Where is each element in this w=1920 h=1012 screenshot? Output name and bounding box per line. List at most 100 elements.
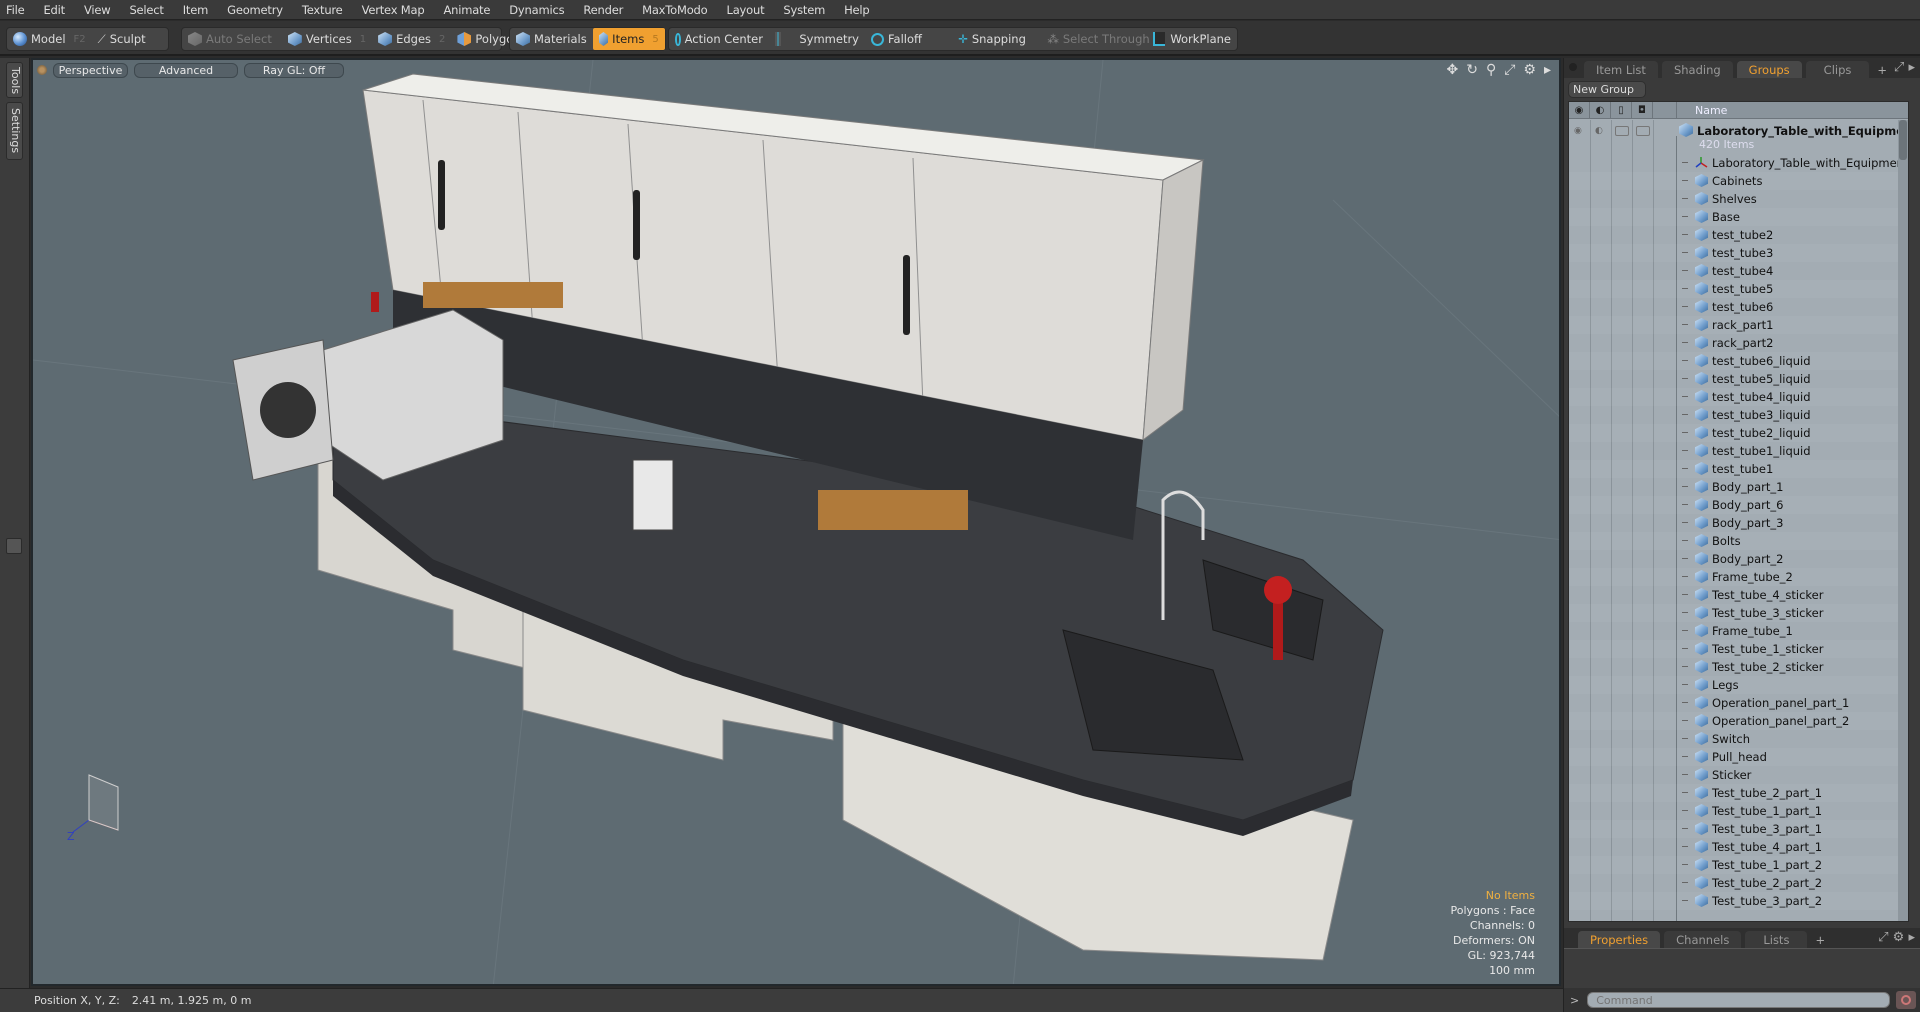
expand-button[interactable] bbox=[6, 538, 22, 554]
render-icon[interactable]: ◐ bbox=[1590, 102, 1611, 119]
group-item-row[interactable]: test_tube2_liquid bbox=[1569, 424, 1898, 442]
scrollbar-thumb[interactable] bbox=[1899, 120, 1907, 160]
gear-icon[interactable]: ⚙ bbox=[1523, 62, 1536, 78]
symmetry-button[interactable]: Symmetry bbox=[769, 28, 865, 50]
view-mode-dropdown[interactable]: Perspective bbox=[53, 62, 128, 78]
raygl-toggle[interactable]: Ray GL: Off bbox=[244, 62, 344, 78]
sculpt-button[interactable]: ⟋ Sculpt bbox=[92, 28, 152, 50]
group-item-row[interactable]: test_tube2 bbox=[1569, 226, 1898, 244]
auto-select-button[interactable]: Auto Select bbox=[182, 28, 278, 50]
group-item-row[interactable]: test_tube3_liquid bbox=[1569, 406, 1898, 424]
tools-tab[interactable]: Tools bbox=[6, 62, 23, 98]
arrow-right-icon[interactable]: ▸ bbox=[1544, 62, 1551, 78]
group-item-row[interactable]: Test_tube_1_part_1 bbox=[1569, 802, 1898, 820]
group-item-row[interactable]: test_tube5 bbox=[1569, 280, 1898, 298]
group-item-row[interactable]: Body_part_2 bbox=[1569, 550, 1898, 568]
group-item-row[interactable]: Base bbox=[1569, 208, 1898, 226]
eye-icon[interactable]: ◉ bbox=[1569, 102, 1590, 119]
menu-item[interactable]: Item bbox=[183, 3, 209, 17]
group-item-row[interactable]: Frame_tube_2 bbox=[1569, 568, 1898, 586]
menu-texture[interactable]: Texture bbox=[302, 3, 343, 17]
tab-item-list[interactable]: Item List bbox=[1584, 61, 1658, 78]
group-item-row[interactable]: Test_tube_1_sticker bbox=[1569, 640, 1898, 658]
model-button[interactable]: Model F2 bbox=[7, 28, 92, 50]
zoom-icon[interactable]: ⚲ bbox=[1486, 62, 1496, 78]
tree-scrollbar[interactable] bbox=[1898, 120, 1908, 921]
menu-system[interactable]: System bbox=[783, 3, 825, 17]
menu-edit[interactable]: Edit bbox=[43, 3, 65, 17]
move-icon[interactable]: ✥ bbox=[1446, 62, 1458, 78]
gear-icon[interactable]: ⚙ bbox=[1893, 930, 1905, 945]
rotate-icon[interactable]: ↻ bbox=[1466, 62, 1478, 78]
group-item-row[interactable]: Body_part_1 bbox=[1569, 478, 1898, 496]
group-item-row[interactable]: Sticker bbox=[1569, 766, 1898, 784]
group-item-row[interactable]: Test_tube_2_part_1 bbox=[1569, 784, 1898, 802]
tab-lists[interactable]: Lists bbox=[1745, 931, 1808, 948]
group-item-row[interactable]: Test_tube_2_part_2 bbox=[1569, 874, 1898, 892]
menu-help[interactable]: Help bbox=[844, 3, 870, 17]
group-item-row[interactable]: rack_part1 bbox=[1569, 316, 1898, 334]
group-item-row[interactable]: Test_tube_3_sticker bbox=[1569, 604, 1898, 622]
select-toggle[interactable] bbox=[1636, 126, 1650, 136]
group-item-row[interactable]: test_tube1 bbox=[1569, 460, 1898, 478]
menu-dynamics[interactable]: Dynamics bbox=[509, 3, 564, 17]
group-item-row[interactable]: Body_part_3 bbox=[1569, 514, 1898, 532]
lock-toggle[interactable] bbox=[1615, 126, 1629, 136]
render-toggle-icon[interactable]: ◐ bbox=[1595, 126, 1609, 136]
falloff-button[interactable]: Falloff bbox=[865, 28, 952, 50]
name-column-header[interactable]: Name bbox=[1677, 104, 1727, 117]
group-item-row[interactable]: Cabinets bbox=[1569, 172, 1898, 190]
menu-file[interactable]: File bbox=[6, 3, 25, 17]
lock-icon[interactable]: ▯ bbox=[1611, 102, 1632, 119]
add-tab-button[interactable]: + bbox=[1873, 61, 1891, 78]
action-center-button[interactable]: Action Center bbox=[669, 28, 769, 50]
tab-shading[interactable]: Shading bbox=[1661, 61, 1733, 78]
tab-properties[interactable]: Properties bbox=[1578, 931, 1661, 948]
group-item-row[interactable]: Switch bbox=[1569, 730, 1898, 748]
group-item-row[interactable]: Test_tube_2_sticker bbox=[1569, 658, 1898, 676]
menu-render[interactable]: Render bbox=[583, 3, 623, 17]
items-button[interactable]: Items 5 bbox=[592, 28, 665, 50]
tab-groups[interactable]: Groups bbox=[1736, 61, 1802, 78]
group-item-row[interactable]: Shelves bbox=[1569, 190, 1898, 208]
menu-vertex-map[interactable]: Vertex Map bbox=[362, 3, 425, 17]
group-item-row[interactable]: Test_tube_4_sticker bbox=[1569, 586, 1898, 604]
menu-geometry[interactable]: Geometry bbox=[227, 3, 283, 17]
menu-animate[interactable]: Animate bbox=[443, 3, 490, 17]
group-item-row[interactable]: rack_part2 bbox=[1569, 334, 1898, 352]
group-item-row[interactable]: test_tube6 bbox=[1569, 298, 1898, 316]
group-item-row[interactable]: test_tube5_liquid bbox=[1569, 370, 1898, 388]
group-item-row[interactable]: Laboratory_Table_with_Equipment bbox=[1569, 154, 1908, 172]
group-item-row[interactable]: Test_tube_3_part_2 bbox=[1569, 892, 1898, 910]
group-item-row[interactable]: Operation_panel_part_1 bbox=[1569, 694, 1898, 712]
vertices-button[interactable]: Vertices 1 bbox=[282, 28, 372, 50]
menu-select[interactable]: Select bbox=[129, 3, 163, 17]
maximize-icon[interactable]: ⤢ bbox=[1504, 62, 1515, 78]
visibility-eye-icon[interactable]: ◉ bbox=[1574, 126, 1588, 136]
group-item-row[interactable]: Frame_tube_1 bbox=[1569, 622, 1898, 640]
group-item-row[interactable]: Bolts bbox=[1569, 532, 1898, 550]
group-item-row[interactable]: Test_tube_3_part_1 bbox=[1569, 820, 1898, 838]
menu-layout[interactable]: Layout bbox=[727, 3, 765, 17]
add-tab-button[interactable]: + bbox=[1811, 931, 1829, 948]
arrow-right-icon[interactable]: ▸ bbox=[1908, 930, 1915, 945]
arrow-right-icon[interactable]: ▸ bbox=[1908, 60, 1915, 75]
group-root-row[interactable]: ◉ ◐ Laboratory_Table_with_Equipmen... 42… bbox=[1569, 120, 1908, 154]
workplane-button[interactable]: WorkPlane bbox=[1147, 28, 1237, 50]
group-item-row[interactable]: Test_tube_4_part_1 bbox=[1569, 838, 1898, 856]
viewport-menu-dot[interactable] bbox=[37, 65, 47, 75]
group-item-row[interactable]: test_tube1_liquid bbox=[1569, 442, 1898, 460]
3d-viewport[interactable]: Z Perspective Advanced Ray GL: Off ✥ ↻ ⚲… bbox=[31, 58, 1561, 986]
group-item-row[interactable]: test_tube6_liquid bbox=[1569, 352, 1898, 370]
shading-dropdown[interactable]: Advanced bbox=[134, 62, 238, 78]
group-item-row[interactable]: test_tube3 bbox=[1569, 244, 1898, 262]
command-input[interactable] bbox=[1587, 992, 1891, 1008]
group-item-row[interactable]: Body_part_6 bbox=[1569, 496, 1898, 514]
group-item-row[interactable]: Operation_panel_part_2 bbox=[1569, 712, 1898, 730]
maximize-icon[interactable]: ⤢ bbox=[1894, 60, 1904, 75]
settings-tab[interactable]: Settings bbox=[6, 102, 23, 160]
select-icon[interactable]: ◘ bbox=[1632, 102, 1653, 119]
group-item-row[interactable]: test_tube4 bbox=[1569, 262, 1898, 280]
select-through-button[interactable]: ⁂ Select Through bbox=[1041, 28, 1149, 50]
group-item-row[interactable]: Test_tube_1_part_2 bbox=[1569, 856, 1898, 874]
